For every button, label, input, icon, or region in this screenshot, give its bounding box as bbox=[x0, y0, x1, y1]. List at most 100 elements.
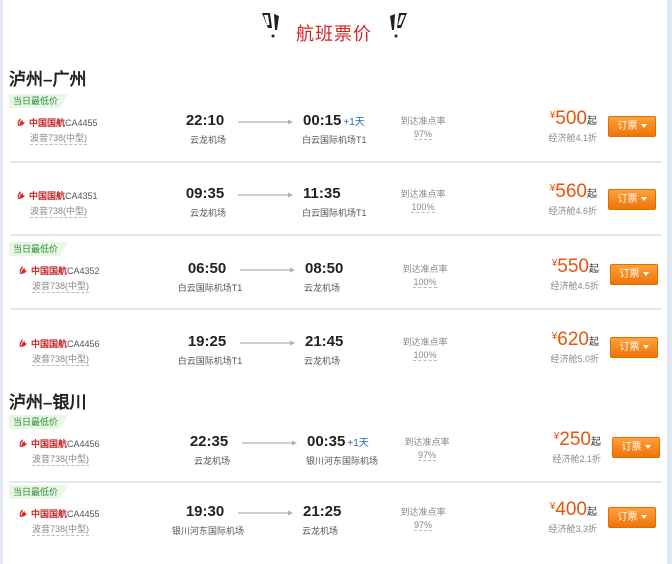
flight-number: CA4455 bbox=[65, 118, 98, 128]
flight-row: 当日最低价 中国国航CA4352 波音738(中型) 06:50 白云国际机场T… bbox=[0, 242, 672, 312]
price-value: 400 bbox=[555, 499, 587, 520]
ontime-rate-label: 到达准点率 bbox=[400, 116, 446, 126]
flight-number: CA4456 bbox=[67, 439, 100, 449]
aircraft-type[interactable]: 波音738(中型) bbox=[32, 522, 90, 536]
flight-row: 中国国航CA4351 波音738(中型) 09:35 云龙机场 11:35 白云… bbox=[0, 167, 672, 237]
aircraft-type[interactable]: 波音738(中型) bbox=[30, 204, 88, 218]
airline-name: 中国国航 bbox=[31, 339, 68, 349]
currency-symbol: ¥ bbox=[549, 183, 556, 194]
airline-name: 中国国航 bbox=[31, 266, 68, 276]
flight-number: CA4352 bbox=[67, 266, 100, 276]
departure-time: 22:10 bbox=[185, 112, 225, 129]
chevron-down-icon bbox=[640, 515, 647, 519]
route-title-luzhou-guangzhou: 泸州–广州 bbox=[9, 70, 87, 89]
book-ticket-button[interactable]: 订票 bbox=[610, 264, 658, 285]
next-day-indicator: +1天 bbox=[347, 438, 369, 449]
economy-discount: 经济舱3.3折 bbox=[548, 524, 597, 534]
price-value: 560 bbox=[555, 181, 587, 202]
departure-airport: 云龙机场 bbox=[189, 135, 226, 145]
economy-discount: 经济舱4.6折 bbox=[548, 206, 597, 216]
flight-row: 当日最低价 中国国航CA4455 波音738(中型) 22:10 云龙机场 00… bbox=[0, 94, 672, 164]
currency-symbol: ¥ bbox=[549, 501, 556, 512]
price-value: 620 bbox=[557, 329, 589, 350]
airline-info: 中国国航CA4352 bbox=[18, 264, 100, 278]
aircraft-type[interactable]: 波音738(中型) bbox=[30, 131, 88, 145]
aircraft-type[interactable]: 波音738(中型) bbox=[32, 352, 90, 366]
aircraft-type[interactable]: 波音738(中型) bbox=[32, 452, 90, 466]
currency-symbol: ¥ bbox=[551, 258, 558, 269]
price-from-label: 起 bbox=[587, 116, 597, 127]
flight-row: 中国国航CA4456 波音738(中型) 19:25 白云国际机场T1 21:4… bbox=[0, 315, 672, 385]
airline-name: 中国国航 bbox=[31, 439, 68, 449]
departure-time: 22:35 bbox=[189, 433, 229, 450]
ontime-rate-value: 100% bbox=[413, 277, 437, 288]
air-china-logo-icon bbox=[19, 339, 27, 347]
arrival-airport: 云龙机场 bbox=[302, 526, 339, 536]
price-from-label: 起 bbox=[589, 337, 599, 348]
ontime-rate-label: 到达准点率 bbox=[400, 189, 446, 199]
ontime-rate-value: 100% bbox=[411, 202, 435, 213]
chevron-down-icon bbox=[642, 272, 649, 276]
arrival-time: 00:35 +1天 bbox=[307, 433, 369, 450]
ontime-rate-label: 到达准点率 bbox=[400, 507, 446, 517]
air-china-logo-icon bbox=[17, 118, 25, 126]
ontime-rate-value: 97% bbox=[413, 520, 432, 531]
arrival-time: 08:50 bbox=[305, 260, 343, 277]
route-title-luzhou-yinchuan: 泸州–银川 bbox=[9, 393, 87, 412]
book-ticket-button[interactable]: 订票 bbox=[610, 337, 658, 358]
price-value: 250 bbox=[559, 429, 591, 450]
price-from-label: 起 bbox=[587, 507, 597, 518]
flight-number: CA4456 bbox=[67, 339, 100, 349]
airline-name: 中国国航 bbox=[31, 509, 68, 519]
page-header: 航班票价 bbox=[0, 6, 672, 50]
price-from-label: 起 bbox=[589, 264, 599, 275]
arrival-airport: 白云国际机场T1 bbox=[302, 135, 367, 145]
arrival-time: 00:15 +1天 bbox=[303, 112, 365, 129]
air-china-logo-icon bbox=[17, 191, 25, 199]
book-button-label: 订票 bbox=[617, 512, 638, 523]
arrival-time-value: 00:15 bbox=[303, 112, 342, 129]
arrival-time: 11:35 bbox=[303, 185, 341, 202]
departure-airport: 银川河东国际机场 bbox=[171, 526, 244, 536]
departure-time: 19:30 bbox=[185, 503, 225, 520]
airline-info: 中国国航CA4456 bbox=[18, 437, 100, 451]
departure-airport: 云龙机场 bbox=[193, 456, 230, 466]
economy-discount: 经济舱5.0折 bbox=[550, 354, 599, 364]
lowest-price-badge: 当日最低价 bbox=[9, 242, 68, 256]
book-ticket-button[interactable]: 订票 bbox=[608, 507, 656, 528]
economy-discount: 经济舱4.5折 bbox=[550, 281, 599, 291]
book-ticket-button[interactable]: 订票 bbox=[608, 116, 656, 137]
chevron-down-icon bbox=[644, 445, 651, 449]
book-ticket-button[interactable]: 订票 bbox=[612, 437, 660, 458]
price: ¥560起 bbox=[527, 181, 597, 203]
price-value: 550 bbox=[557, 256, 589, 277]
ontime-rate-value: 97% bbox=[417, 450, 436, 461]
price: ¥250起 bbox=[531, 429, 601, 451]
ontime-rate-label: 到达准点率 bbox=[402, 264, 448, 274]
flight-number: CA4351 bbox=[65, 191, 98, 201]
lowest-price-badge: 当日最低价 bbox=[9, 94, 68, 108]
air-china-logo-icon bbox=[19, 439, 27, 447]
book-button-label: 订票 bbox=[619, 342, 640, 353]
departure-time: 19:25 bbox=[187, 333, 227, 350]
book-ticket-button[interactable]: 订票 bbox=[608, 189, 656, 210]
arrival-time-value: 00:35 bbox=[307, 433, 346, 450]
airline-info: 中国国航CA4455 bbox=[16, 116, 98, 130]
currency-symbol: ¥ bbox=[549, 110, 556, 121]
price: ¥550起 bbox=[529, 256, 599, 278]
flight-row: 当日最低价 中国国航CA4456 波音738(中型) 22:35 云龙机场 00… bbox=[0, 415, 672, 485]
chevron-down-icon bbox=[642, 345, 649, 349]
arrival-time-value: 21:25 bbox=[303, 503, 342, 520]
air-china-logo-icon bbox=[19, 266, 27, 274]
airline-info: 中国国航CA4455 bbox=[18, 507, 100, 521]
aircraft-type[interactable]: 波音738(中型) bbox=[32, 279, 90, 293]
page-title: 航班票价 bbox=[296, 24, 372, 44]
departure-airport: 白云国际机场T1 bbox=[177, 356, 243, 366]
left-ornament-icon bbox=[262, 13, 279, 38]
book-button-label: 订票 bbox=[619, 269, 640, 280]
airline-name: 中国国航 bbox=[29, 118, 66, 128]
book-button-label: 订票 bbox=[621, 442, 642, 453]
arrival-time-value: 11:35 bbox=[303, 185, 341, 202]
departure-time: 06:50 bbox=[187, 260, 227, 277]
airline-name: 中国国航 bbox=[29, 191, 66, 201]
